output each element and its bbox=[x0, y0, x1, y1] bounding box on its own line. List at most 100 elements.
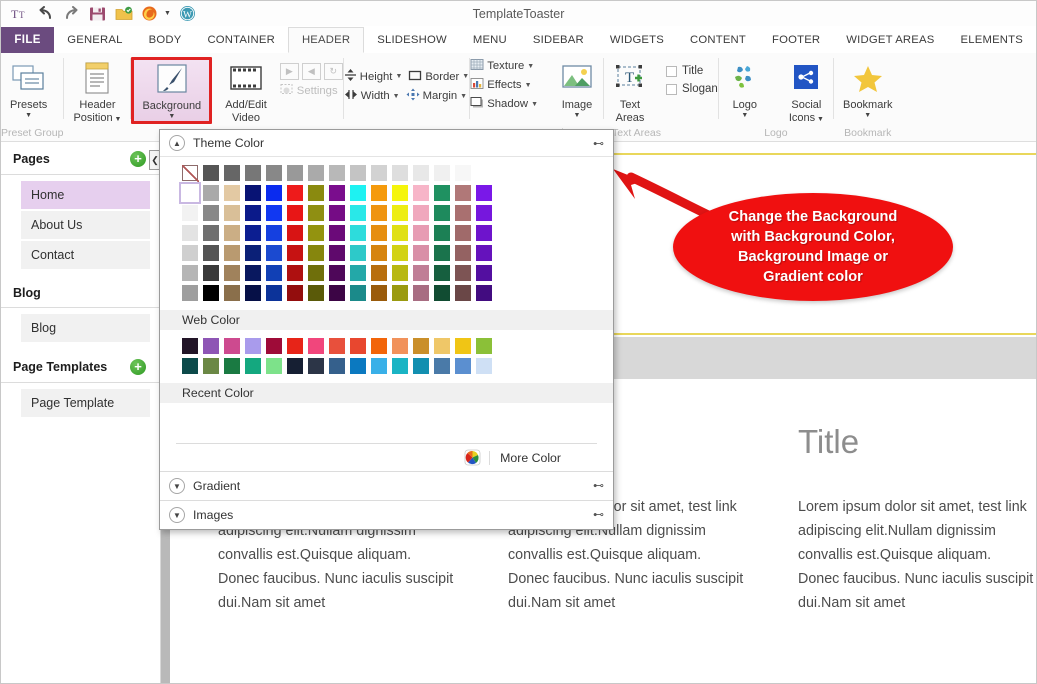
color-swatch[interactable] bbox=[371, 165, 387, 181]
color-swatch[interactable] bbox=[245, 358, 261, 374]
color-swatch[interactable] bbox=[392, 205, 408, 221]
color-swatch[interactable] bbox=[350, 205, 366, 221]
color-swatch[interactable] bbox=[224, 358, 240, 374]
color-swatch[interactable] bbox=[329, 338, 345, 354]
color-swatch[interactable] bbox=[203, 225, 219, 241]
add-edit-video-button[interactable]: Add/Edit Video bbox=[216, 57, 276, 124]
tab-body[interactable]: BODY bbox=[136, 27, 195, 53]
color-swatch[interactable] bbox=[413, 165, 429, 181]
texture-button[interactable]: Texture▼ bbox=[470, 58, 538, 74]
sidebar-item-blog[interactable]: Blog bbox=[21, 314, 150, 342]
add-page-template-button[interactable]: + bbox=[130, 359, 146, 375]
color-swatch[interactable] bbox=[266, 205, 282, 221]
wordpress-icon[interactable]: W bbox=[178, 4, 197, 23]
sidebar-item-page-template[interactable]: Page Template bbox=[21, 389, 150, 417]
color-swatch[interactable] bbox=[287, 225, 303, 241]
color-swatch[interactable] bbox=[224, 245, 240, 261]
color-swatch[interactable] bbox=[308, 285, 324, 301]
color-swatch[interactable] bbox=[203, 338, 219, 354]
color-swatch[interactable] bbox=[287, 338, 303, 354]
sidebar-item-contact[interactable]: Contact bbox=[21, 241, 150, 269]
color-swatch[interactable] bbox=[476, 285, 492, 301]
color-swatch[interactable] bbox=[455, 338, 471, 354]
open-folder-icon[interactable] bbox=[114, 4, 133, 23]
color-swatch[interactable] bbox=[329, 225, 345, 241]
color-swatch[interactable] bbox=[182, 205, 198, 221]
color-swatch[interactable] bbox=[329, 185, 345, 201]
chevron-down-icon[interactable]: ▼ bbox=[168, 113, 175, 121]
image-button[interactable]: Image ▼ bbox=[551, 57, 603, 120]
color-swatch[interactable] bbox=[476, 358, 492, 374]
color-swatch[interactable] bbox=[245, 225, 261, 241]
text-tool-icon[interactable]: TT bbox=[10, 4, 29, 23]
pin-icon[interactable]: ⊷ bbox=[593, 508, 604, 521]
color-swatch[interactable] bbox=[413, 358, 429, 374]
tab-file[interactable]: FILE bbox=[1, 27, 54, 53]
color-swatch[interactable] bbox=[350, 185, 366, 201]
chevron-down-icon[interactable]: ▼ bbox=[113, 116, 122, 123]
color-swatch[interactable] bbox=[329, 245, 345, 261]
color-swatch[interactable] bbox=[371, 265, 387, 281]
effects-button[interactable]: Effects▼ bbox=[470, 77, 538, 93]
color-swatch[interactable] bbox=[371, 245, 387, 261]
color-swatch[interactable] bbox=[182, 338, 198, 354]
color-swatch[interactable] bbox=[371, 358, 387, 374]
color-swatch[interactable] bbox=[392, 165, 408, 181]
color-swatch[interactable] bbox=[308, 165, 324, 181]
color-swatch[interactable] bbox=[203, 165, 219, 181]
color-swatch[interactable] bbox=[266, 338, 282, 354]
color-swatch[interactable] bbox=[350, 165, 366, 181]
color-swatch[interactable] bbox=[350, 358, 366, 374]
color-swatch[interactable] bbox=[476, 338, 492, 354]
gradient-section-header[interactable]: ▼ Gradient ⊷ bbox=[160, 471, 613, 500]
color-swatch[interactable] bbox=[245, 165, 261, 181]
height-button[interactable]: Height▼ bbox=[344, 68, 403, 85]
color-swatch[interactable] bbox=[245, 285, 261, 301]
tab-footer[interactable]: FOOTER bbox=[759, 27, 833, 53]
video-settings-button[interactable]: Settings bbox=[280, 83, 343, 99]
color-swatch[interactable] bbox=[434, 165, 450, 181]
color-swatch[interactable] bbox=[413, 225, 429, 241]
tab-slideshow[interactable]: SLIDESHOW bbox=[364, 27, 460, 53]
color-swatch[interactable] bbox=[224, 285, 240, 301]
color-swatch[interactable] bbox=[434, 265, 450, 281]
header-position-button[interactable]: Header Position ▼ bbox=[64, 57, 130, 124]
color-swatch[interactable] bbox=[455, 205, 471, 221]
color-swatch[interactable] bbox=[287, 205, 303, 221]
color-swatch[interactable] bbox=[266, 185, 282, 201]
color-swatch[interactable] bbox=[455, 245, 471, 261]
color-swatch[interactable] bbox=[455, 165, 471, 181]
color-swatch[interactable] bbox=[266, 285, 282, 301]
chevron-down-icon[interactable]: ▼ bbox=[25, 112, 32, 120]
color-swatch[interactable] bbox=[308, 338, 324, 354]
color-swatch[interactable] bbox=[392, 245, 408, 261]
color-swatch[interactable] bbox=[371, 185, 387, 201]
color-swatch[interactable] bbox=[371, 205, 387, 221]
color-swatch[interactable] bbox=[476, 185, 492, 201]
color-swatch[interactable] bbox=[287, 245, 303, 261]
color-swatch[interactable] bbox=[308, 265, 324, 281]
color-swatch[interactable] bbox=[224, 205, 240, 221]
chevron-down-icon[interactable]: ▼ bbox=[169, 507, 185, 523]
color-swatch[interactable] bbox=[203, 185, 219, 201]
color-swatch[interactable] bbox=[224, 165, 240, 181]
tab-menu[interactable]: MENU bbox=[460, 27, 520, 53]
color-swatch[interactable] bbox=[413, 265, 429, 281]
color-swatch[interactable] bbox=[455, 265, 471, 281]
color-swatch[interactable] bbox=[455, 185, 471, 201]
color-swatch[interactable] bbox=[308, 225, 324, 241]
more-color-button[interactable]: More Color bbox=[489, 451, 597, 465]
color-swatch[interactable] bbox=[371, 225, 387, 241]
color-swatch[interactable] bbox=[476, 205, 492, 221]
color-swatch[interactable] bbox=[266, 245, 282, 261]
color-swatch[interactable] bbox=[350, 265, 366, 281]
tab-header[interactable]: HEADER bbox=[288, 27, 364, 53]
color-swatch[interactable] bbox=[287, 358, 303, 374]
color-swatch[interactable] bbox=[434, 285, 450, 301]
color-swatch[interactable] bbox=[182, 245, 198, 261]
color-swatch[interactable] bbox=[392, 185, 408, 201]
color-swatch[interactable] bbox=[203, 205, 219, 221]
width-button[interactable]: Width▼ bbox=[344, 88, 400, 104]
video-mute-button[interactable]: ◀ bbox=[302, 63, 321, 80]
color-swatch[interactable] bbox=[350, 338, 366, 354]
